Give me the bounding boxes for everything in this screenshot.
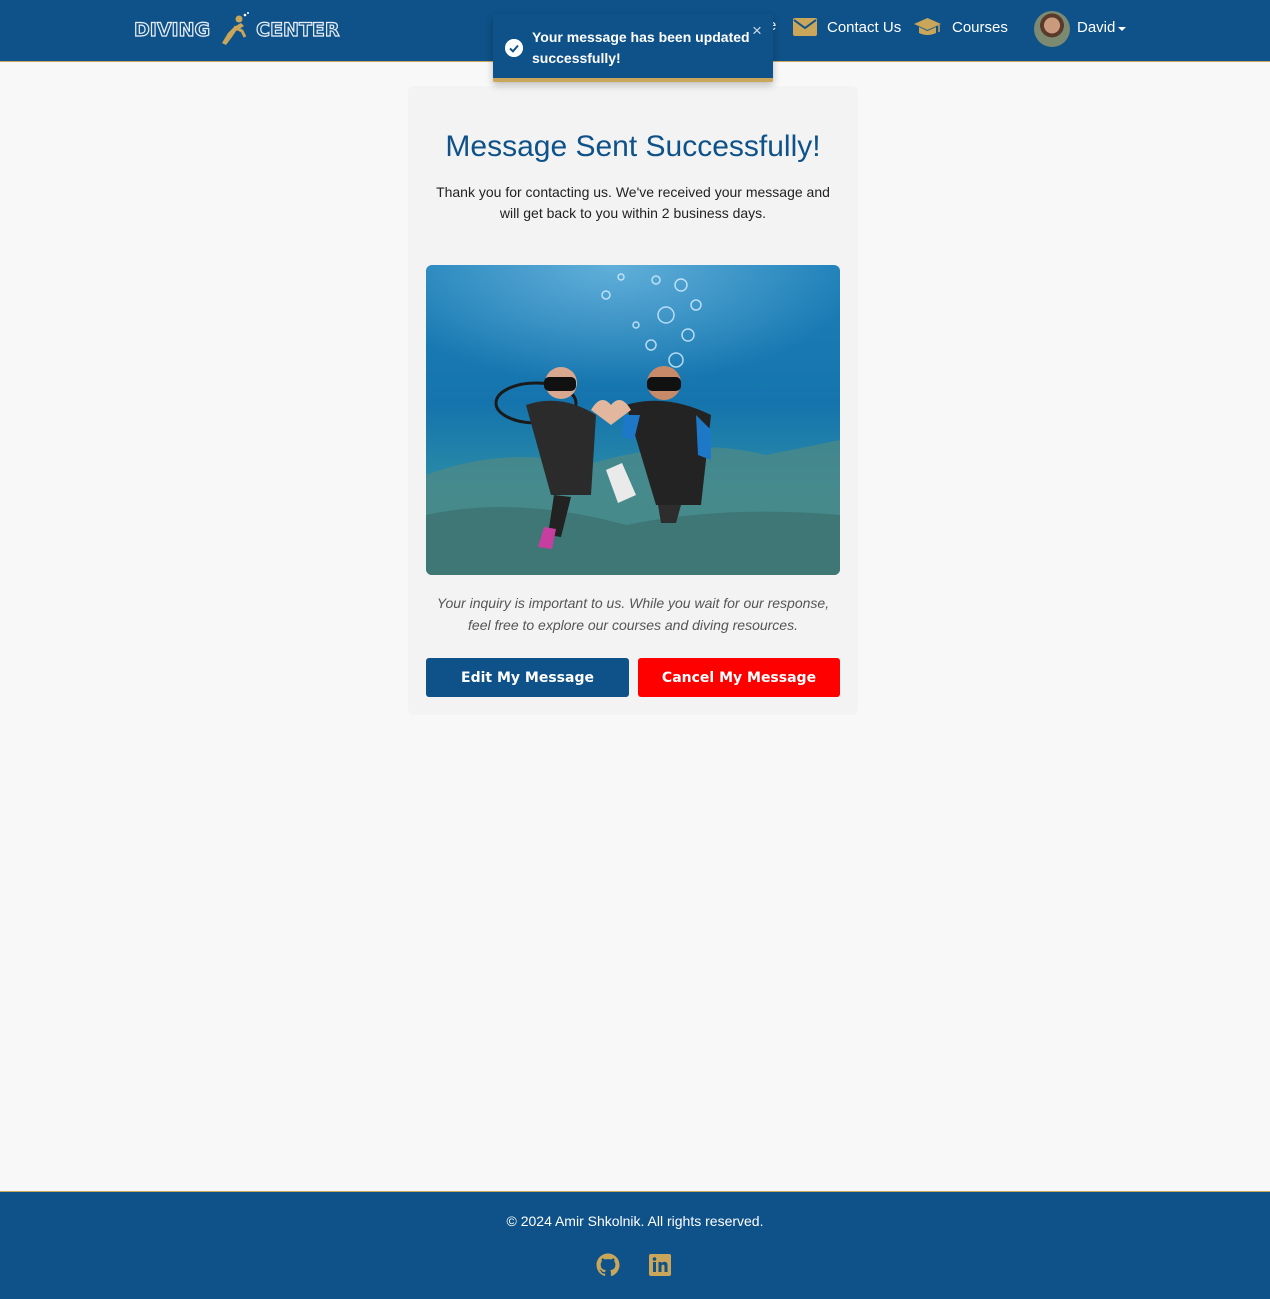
envelope-icon	[793, 18, 817, 36]
chevron-down-icon	[1118, 26, 1127, 31]
nav-contact-label: Contact Us	[827, 18, 902, 36]
graduation-cap-icon	[914, 18, 941, 35]
cancel-message-button[interactable]: Cancel My Message	[638, 658, 840, 697]
diving-center-logo[interactable]: DIVING CENTER	[133, 10, 341, 50]
confirmation-text: Thank you for contacting us. We've recei…	[436, 184, 830, 221]
check-circle-icon	[505, 39, 523, 57]
divers-photo	[426, 265, 840, 575]
close-icon[interactable]: ×	[752, 22, 762, 39]
edit-message-button[interactable]: Edit My Message	[426, 658, 629, 697]
page-title: Message Sent Successfully!	[445, 130, 821, 163]
copyright-text: © 2024 Amir Shkolnik. All rights reserve…	[506, 1213, 764, 1229]
logo-word-right: CENTER	[256, 18, 341, 41]
inquiry-note: Your inquiry is important to us. While y…	[436, 595, 830, 633]
nav-link-courses[interactable]: Courses	[913, 16, 1008, 38]
diver-icon	[222, 12, 250, 45]
user-name: David	[1077, 19, 1116, 36]
nav-courses-label: Courses	[952, 18, 1008, 36]
nav-link-contact[interactable]: Contact Us	[793, 16, 901, 38]
confirmation-card: Message Sent Successfully! Thank you for…	[408, 86, 858, 715]
linkedin-icon[interactable]	[648, 1253, 672, 1277]
github-icon[interactable]	[596, 1253, 620, 1277]
success-toast: Your message has been updated successful…	[493, 14, 773, 82]
logo-word-left: DIVING	[133, 18, 211, 41]
footer: © 2024 Amir Shkolnik. All rights reserve…	[0, 1191, 1270, 1299]
user-menu-toggle[interactable]: David	[1077, 19, 1127, 36]
user-avatar[interactable]	[1034, 11, 1070, 47]
toast-message: Your message has been updated successful…	[532, 29, 750, 66]
